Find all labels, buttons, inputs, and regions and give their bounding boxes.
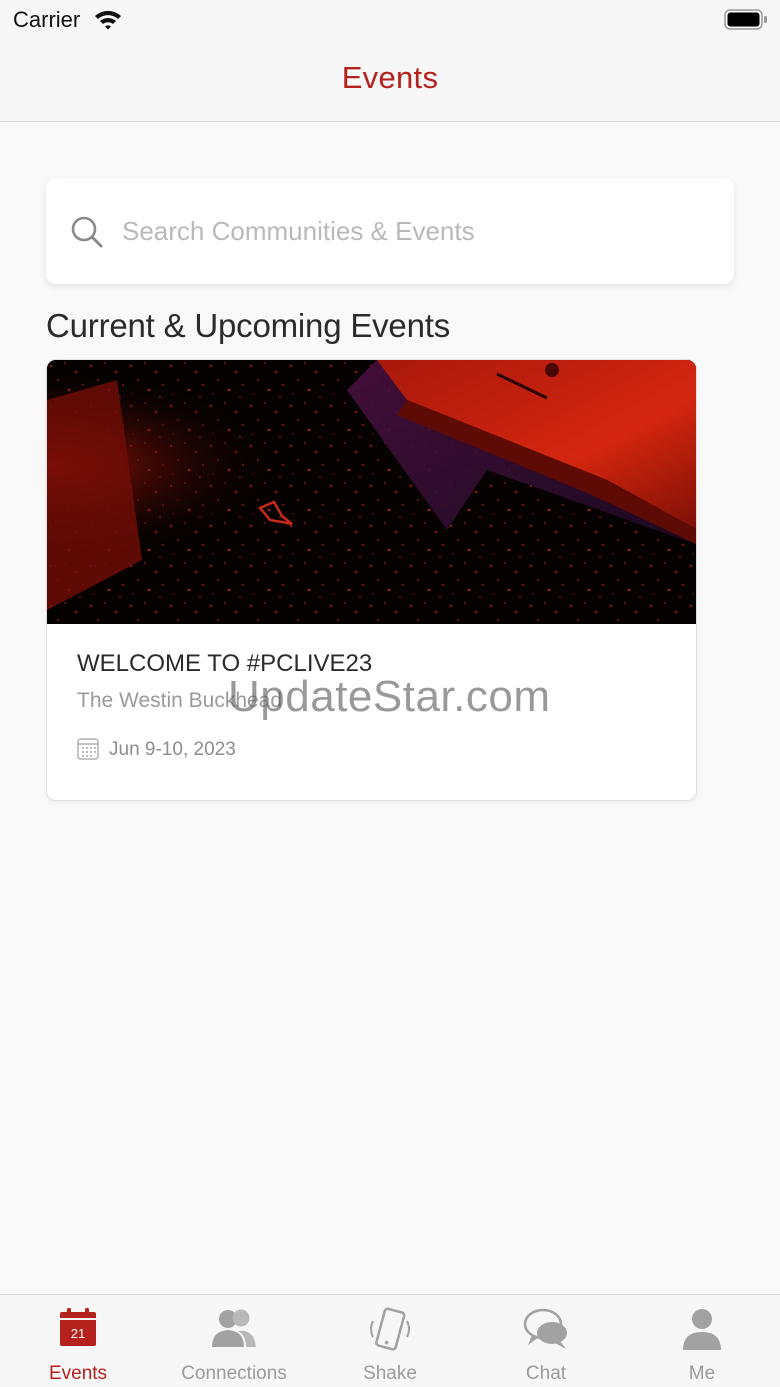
tab-chat[interactable]: Chat <box>468 1295 624 1387</box>
chat-bubbles-icon <box>523 1308 567 1349</box>
search-box[interactable] <box>46 178 734 284</box>
tab-label: Shake <box>363 1363 417 1384</box>
event-venue: The Westin Buckhead <box>77 689 283 712</box>
tab-label: Events <box>48 1363 108 1384</box>
tab-me[interactable]: Me <box>624 1295 780 1387</box>
tab-label: Connections <box>181 1363 287 1384</box>
tab-label: Me <box>688 1363 716 1384</box>
wifi-icon <box>93 7 123 36</box>
event-banner-image <box>47 360 696 624</box>
tab-shake[interactable]: Shake <box>312 1295 468 1387</box>
person-icon <box>683 1309 721 1350</box>
event-card[interactable]: WELCOME TO #PCLIVE23 The Westin Buckhead… <box>46 359 697 801</box>
event-title: WELCOME TO #PCLIVE23 <box>77 650 373 677</box>
tab-label: Chat <box>525 1363 567 1384</box>
search-input[interactable] <box>122 208 702 254</box>
navigation-bar: Events <box>0 40 780 122</box>
section-title: Current & Upcoming Events <box>46 307 451 344</box>
tab-connections[interactable]: Connections <box>156 1295 312 1387</box>
page-title: Events <box>341 60 439 95</box>
event-date-row: Jun 9-10, 2023 <box>77 737 236 763</box>
calendar-badge-number: 21 <box>71 1326 85 1341</box>
search-icon <box>70 215 104 254</box>
people-icon <box>212 1309 256 1347</box>
carrier-label: Carrier <box>13 7 81 32</box>
event-date: Jun 9-10, 2023 <box>109 739 236 760</box>
battery-icon <box>724 9 768 36</box>
calendar-icon: 21 <box>60 1308 96 1346</box>
calendar-icon <box>77 736 99 765</box>
tab-bar: 21 Events Connections Shake Chat Me <box>0 1294 780 1387</box>
tab-events[interactable]: 21 Events <box>0 1295 156 1387</box>
shake-phone-icon <box>370 1307 410 1351</box>
status-bar: Carrier <box>0 0 780 40</box>
